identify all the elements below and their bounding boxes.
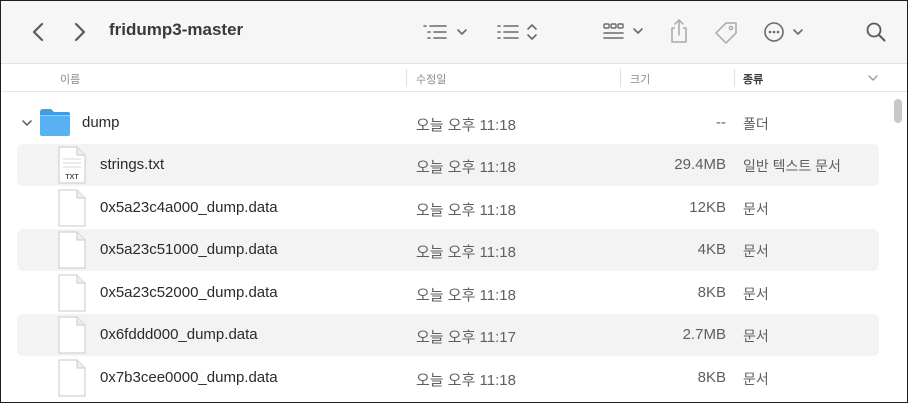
file-name: 0x5a23c4a000_dump.data: [100, 199, 278, 216]
file-name: 0x5a23c52000_dump.data: [100, 284, 278, 301]
file-name: 0x6fddd000_dump.data: [100, 326, 258, 343]
share-icon[interactable]: [668, 18, 690, 44]
list-item-file[interactable]: 0x5a23c52000_dump.data 오늘 오후 11:18 8KB 문…: [17, 272, 879, 314]
file-kind: 일반 텍스트 문서: [743, 158, 841, 174]
file-size: 4KB: [697, 241, 726, 258]
file-size: 8KB: [697, 369, 726, 386]
file-size: 2.7MB: [682, 326, 726, 343]
chevron-down-icon[interactable]: [867, 72, 879, 84]
file-date: 오늘 오후 11:17: [416, 329, 516, 346]
scrollbar-thumb[interactable]: [894, 99, 902, 123]
column-name[interactable]: 이름: [60, 71, 80, 87]
txt-badge: TXT: [65, 174, 79, 181]
file-kind: 폴더: [743, 116, 769, 132]
file-kind: 문서: [743, 286, 769, 302]
text-file-icon: TXT: [57, 146, 87, 188]
finder-window: fridump3-master 이름 수정일 크기 종류 dump 오늘 오후 …: [0, 0, 908, 403]
list-item-file[interactable]: 0x6fddd000_dump.data 오늘 오후 11:17 2.7MB 문…: [17, 314, 879, 356]
document-icon: [57, 316, 87, 358]
file-size: 29.4MB: [674, 156, 726, 173]
file-kind: 문서: [743, 201, 769, 217]
file-kind: 문서: [743, 328, 769, 344]
folder-icon: [38, 106, 72, 142]
forward-icon[interactable]: [69, 21, 91, 43]
file-date: 오늘 오후 11:18: [416, 244, 516, 261]
tag-icon[interactable]: [713, 20, 739, 46]
column-separator[interactable]: [734, 69, 735, 87]
file-name: 0x7b3cee0000_dump.data: [100, 369, 278, 386]
list-item-file[interactable]: 0x5a23c4a000_dump.data 오늘 오후 11:18 12KB …: [17, 187, 879, 229]
grid-view-icon[interactable]: [602, 21, 646, 43]
document-icon: [57, 189, 87, 231]
toolbar: fridump3-master: [1, 1, 907, 64]
column-separator[interactable]: [620, 69, 621, 87]
file-size: --: [716, 114, 726, 131]
list-item-file[interactable]: 0x5a23c51000_dump.data 오늘 오후 11:18 4KB 문…: [17, 229, 879, 271]
document-icon: [57, 274, 87, 316]
search-icon[interactable]: [865, 21, 887, 43]
file-date: 오늘 오후 11:18: [416, 372, 516, 389]
document-icon: [57, 231, 87, 273]
column-date[interactable]: 수정일: [416, 71, 446, 87]
file-size: 8KB: [697, 284, 726, 301]
column-separator[interactable]: [406, 69, 407, 87]
back-icon[interactable]: [27, 21, 49, 43]
file-date: 오늘 오후 11:18: [416, 287, 516, 304]
file-kind: 문서: [743, 243, 769, 259]
file-date: 오늘 오후 11:18: [416, 117, 516, 134]
file-name: dump: [82, 114, 120, 131]
list-view-icon[interactable]: [422, 21, 470, 43]
group-icon[interactable]: [496, 21, 540, 43]
list-item-file[interactable]: TXT strings.txt 오늘 오후 11:18 29.4MB 일반 텍스…: [17, 144, 879, 186]
window-title: fridump3-master: [109, 20, 244, 39]
file-name: 0x5a23c51000_dump.data: [100, 241, 278, 258]
disclosure-chevron-icon[interactable]: [21, 116, 33, 133]
file-kind: 문서: [743, 371, 769, 387]
file-name: strings.txt: [100, 156, 165, 173]
document-icon: [57, 359, 87, 401]
list-item-file[interactable]: 0x7b3cee0000_dump.data 오늘 오후 11:18 8KB 문…: [17, 357, 879, 399]
list-item-folder[interactable]: dump 오늘 오후 11:18 -- 폴더: [17, 102, 879, 144]
column-kind[interactable]: 종류: [743, 71, 763, 87]
file-date: 오늘 오후 11:18: [416, 159, 516, 176]
more-icon[interactable]: [762, 20, 806, 44]
column-size[interactable]: 크기: [630, 71, 650, 87]
file-date: 오늘 오후 11:18: [416, 202, 516, 219]
file-size: 12KB: [689, 199, 726, 216]
column-header: 이름 수정일 크기 종류: [1, 64, 907, 92]
